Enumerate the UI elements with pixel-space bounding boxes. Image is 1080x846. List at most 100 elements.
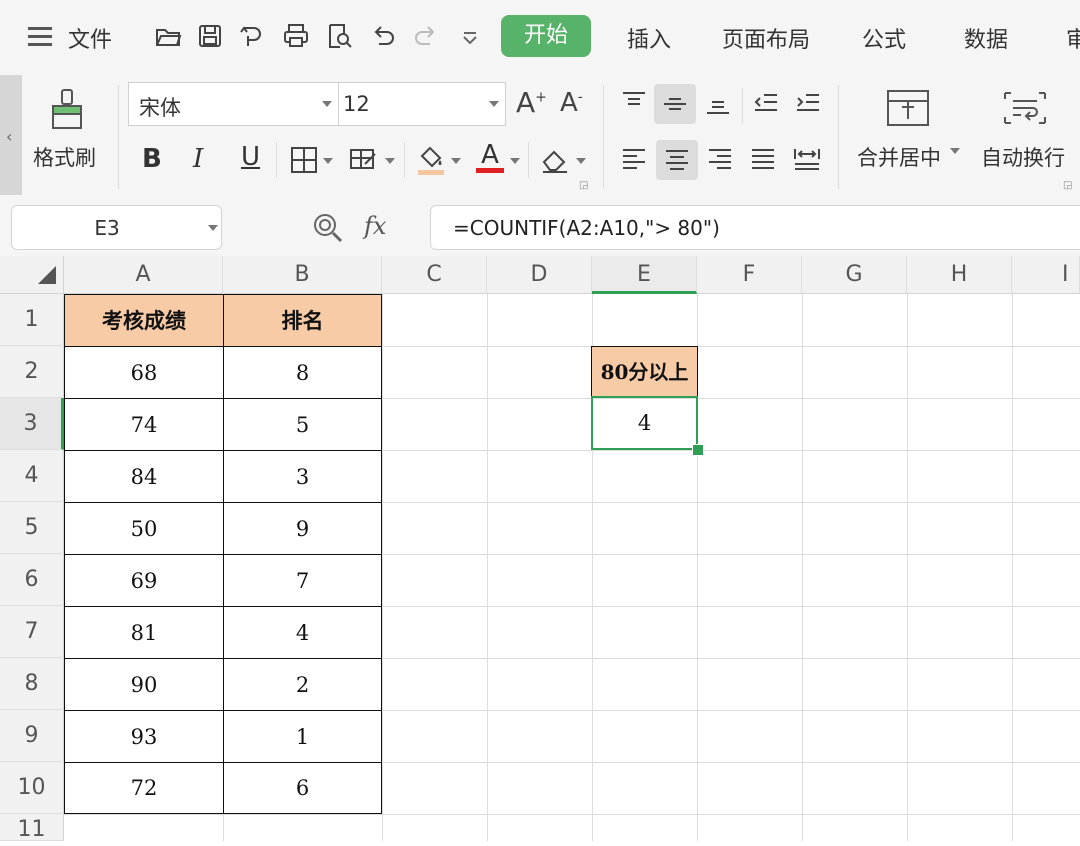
- hamburger-icon[interactable]: [28, 27, 52, 47]
- row-header-9[interactable]: 9: [0, 710, 64, 762]
- column-header-h[interactable]: H: [907, 256, 1012, 294]
- column-header-f[interactable]: F: [697, 256, 802, 294]
- cell-b10[interactable]: 6: [223, 762, 382, 814]
- tab-formulas[interactable]: 公式: [862, 22, 906, 54]
- decrease-indent-icon[interactable]: [752, 90, 780, 116]
- justify-icon[interactable]: [749, 146, 777, 172]
- cell-a8[interactable]: 90: [64, 658, 224, 711]
- bold-button[interactable]: B: [142, 144, 162, 174]
- grow-font-button[interactable]: A+: [516, 86, 547, 119]
- chevron-down-icon[interactable]: [950, 148, 960, 154]
- merge-center-button[interactable]: 合并居中: [857, 142, 941, 172]
- column-header-c[interactable]: C: [382, 256, 487, 294]
- column-header-d[interactable]: D: [487, 256, 592, 294]
- undo-icon[interactable]: [369, 22, 397, 50]
- cell-b2[interactable]: 8: [223, 346, 382, 399]
- column-header-e[interactable]: E: [592, 256, 697, 294]
- chevron-down-icon[interactable]: [576, 158, 586, 164]
- name-box[interactable]: E3: [11, 205, 222, 250]
- row-header-10[interactable]: 10: [0, 762, 64, 814]
- redo-icon[interactable]: [412, 22, 440, 50]
- font-name-select[interactable]: 宋体: [128, 82, 339, 126]
- row-header-7[interactable]: 7: [0, 606, 64, 658]
- fill-color-icon[interactable]: [416, 142, 446, 176]
- tab-page-layout[interactable]: 页面布局: [722, 22, 810, 54]
- cell-a4[interactable]: 84: [64, 450, 224, 503]
- cell-b9[interactable]: 1: [223, 710, 382, 763]
- cell-a9[interactable]: 93: [64, 710, 224, 763]
- align-center-button[interactable]: [656, 140, 698, 180]
- cell-b3[interactable]: 5: [223, 398, 382, 451]
- chevron-down-icon[interactable]: [456, 22, 484, 50]
- cell-b8[interactable]: 2: [223, 658, 382, 711]
- align-bottom-icon[interactable]: [704, 90, 732, 116]
- cell-a7[interactable]: 81: [64, 606, 224, 659]
- cell-b1[interactable]: 排名: [223, 294, 382, 347]
- underline-button[interactable]: U: [241, 142, 260, 172]
- chevron-down-icon[interactable]: [323, 158, 333, 164]
- tab-insert[interactable]: 插入: [627, 22, 671, 54]
- print-icon[interactable]: [282, 22, 310, 50]
- insert-function-button[interactable]: fx: [364, 212, 386, 240]
- export-icon[interactable]: [238, 22, 266, 50]
- zoom-find-icon[interactable]: [312, 212, 344, 244]
- column-header-g[interactable]: G: [802, 256, 907, 294]
- chevron-down-icon[interactable]: [385, 158, 395, 164]
- cell-b5[interactable]: 9: [223, 502, 382, 555]
- ribbon-collapse-button[interactable]: ‹: [0, 75, 22, 195]
- formula-input[interactable]: =COUNTIF(A2:A10,"> 80"): [430, 205, 1080, 250]
- chevron-down-icon[interactable]: [510, 158, 520, 164]
- tab-home[interactable]: 开始: [501, 15, 591, 57]
- format-painter-label[interactable]: 格式刷: [33, 142, 96, 172]
- paintbrush-icon[interactable]: [47, 88, 87, 130]
- distributed-align-icon[interactable]: [792, 146, 822, 172]
- align-top-icon[interactable]: [620, 90, 648, 116]
- tab-data[interactable]: 数据: [964, 22, 1008, 54]
- row-header-1[interactable]: 1: [0, 294, 64, 346]
- cell-a10[interactable]: 72: [64, 762, 224, 814]
- row-header-4[interactable]: 4: [0, 450, 64, 502]
- alignment-dialog-launcher-icon[interactable]: ◲: [1063, 180, 1072, 191]
- font-dialog-launcher-icon[interactable]: ◲: [579, 180, 588, 191]
- cell-style-icon[interactable]: [349, 146, 379, 174]
- cell-e2[interactable]: 80分以上: [591, 346, 698, 398]
- cell-a2[interactable]: 68: [64, 346, 224, 399]
- cell-b7[interactable]: 4: [223, 606, 382, 659]
- column-header-i[interactable]: I: [1012, 256, 1080, 294]
- tab-review[interactable]: 审: [1066, 28, 1080, 53]
- eraser-icon[interactable]: [540, 146, 570, 174]
- column-header-b[interactable]: B: [223, 256, 382, 294]
- align-left-icon[interactable]: [620, 146, 648, 172]
- cell-a1[interactable]: 考核成绩: [64, 294, 224, 347]
- wrap-text-button[interactable]: 自动换行: [981, 142, 1065, 172]
- row-header-11[interactable]: 11: [0, 814, 64, 842]
- wrap-text-icon[interactable]: [1003, 89, 1047, 127]
- shrink-font-button[interactable]: A-: [560, 88, 583, 118]
- align-right-icon[interactable]: [706, 146, 734, 172]
- row-header-3[interactable]: 3: [0, 398, 64, 450]
- font-color-button[interactable]: A: [476, 140, 504, 173]
- row-header-2[interactable]: 2: [0, 346, 64, 398]
- cell-b6[interactable]: 7: [223, 554, 382, 607]
- file-menu[interactable]: 文件: [68, 22, 112, 54]
- cell-a6[interactable]: 69: [64, 554, 224, 607]
- fill-handle[interactable]: [692, 444, 704, 456]
- increase-indent-icon[interactable]: [794, 90, 822, 116]
- align-middle-button[interactable]: [654, 84, 696, 124]
- italic-button[interactable]: I: [193, 144, 203, 174]
- open-folder-icon[interactable]: [154, 22, 182, 50]
- row-header-8[interactable]: 8: [0, 658, 64, 710]
- save-icon[interactable]: [196, 22, 224, 50]
- print-preview-icon[interactable]: [325, 22, 353, 50]
- row-header-5[interactable]: 5: [0, 502, 64, 554]
- chevron-down-icon[interactable]: [451, 158, 461, 164]
- merge-center-icon[interactable]: [886, 89, 930, 127]
- borders-icon[interactable]: [290, 146, 318, 174]
- column-header-a[interactable]: A: [64, 256, 223, 294]
- font-size-select[interactable]: 12: [338, 82, 506, 126]
- row-header-6[interactable]: 6: [0, 554, 64, 606]
- select-all-corner[interactable]: [0, 256, 64, 294]
- cell-b4[interactable]: 3: [223, 450, 382, 503]
- cell-a5[interactable]: 50: [64, 502, 224, 555]
- cell-a3[interactable]: 74: [64, 398, 224, 451]
